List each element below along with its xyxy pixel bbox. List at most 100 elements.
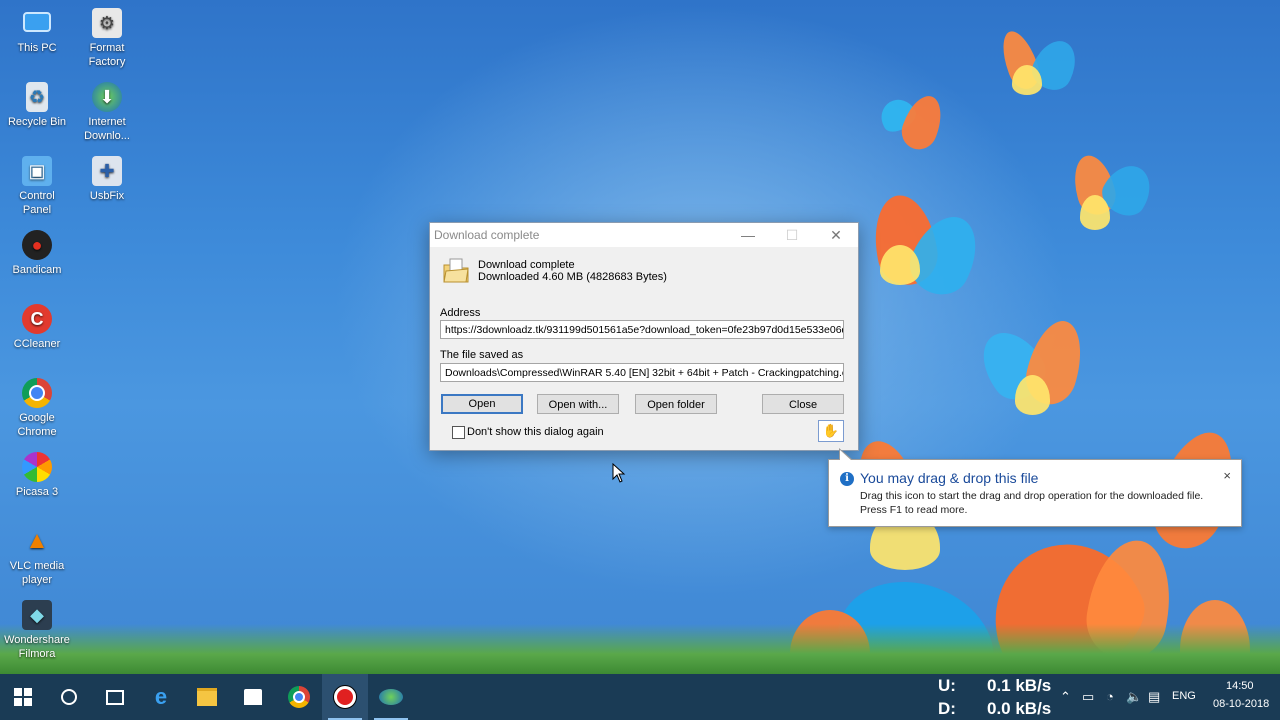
desktop-icon-this-pc[interactable]: This PC — [2, 8, 72, 55]
idm-icon: ⬇ — [92, 82, 122, 112]
usbfix-icon: ✚ — [92, 156, 122, 186]
taskbar-internet-download-manager[interactable] — [368, 674, 414, 720]
desktop-icon-internet-download-manager[interactable]: ⬇ Internet Downlo... — [72, 82, 142, 143]
edge-icon: e — [154, 684, 168, 709]
format-factory-icon: ⚙ — [92, 8, 122, 38]
desktop-icon-filmora[interactable]: ◆ Wondershare Filmora — [2, 600, 72, 661]
drag-drop-handle[interactable]: ✋ — [818, 420, 844, 442]
monitor-icon — [23, 12, 51, 32]
record-icon — [334, 686, 356, 708]
download-folder-icon — [443, 258, 469, 283]
desktop-icon-label: Downlo... — [84, 130, 130, 142]
start-button[interactable] — [0, 674, 46, 720]
vlc-cone-icon: ▲ — [25, 527, 49, 554]
desktop-icon-bandicam[interactable]: ● Bandicam — [2, 230, 72, 277]
grass-decoration — [0, 624, 1280, 674]
saved-as-field[interactable]: Downloads\Compressed\WinRAR 5.40 [EN] 32… — [440, 363, 844, 382]
tooltip-text: Drag this icon to start the drag and dro… — [860, 490, 1204, 502]
ccleaner-icon: C — [22, 304, 52, 334]
desktop-icon-google-chrome[interactable]: Google Chrome — [2, 378, 72, 439]
download-heading: Download complete — [478, 259, 575, 271]
open-with-button[interactable]: Open with... — [537, 394, 619, 414]
desktop-icon-control-panel[interactable]: ▣ Control Panel — [2, 156, 72, 217]
open-folder-button[interactable]: Open folder — [635, 394, 717, 414]
taskbar-file-explorer[interactable] — [184, 674, 230, 720]
upload-speed: 0.1 kB/s — [987, 676, 1052, 695]
mouse-cursor-icon — [612, 463, 626, 483]
tooltip-title: You may drag & drop this file — [860, 470, 1039, 486]
download-size: Downloaded 4.60 MB (4828683 Bytes) — [478, 271, 667, 283]
open-button[interactable]: Open — [441, 394, 523, 414]
task-view-button[interactable] — [92, 674, 138, 720]
desktop-icon-label: player — [22, 574, 52, 586]
windows-logo-icon — [14, 688, 32, 706]
desktop-icon-usbfix[interactable]: ✚ UsbFix — [72, 156, 142, 203]
chrome-icon — [22, 378, 52, 408]
desktop-icon-label: Bandicam — [12, 264, 62, 276]
chrome-icon — [288, 686, 310, 708]
taskbar: e U: 0.1 kB/s D: 0.0 kB/s ⌃ ▭ ◔ 🔈 ▤ ENG — [0, 674, 1280, 720]
picasa-icon — [22, 452, 52, 482]
desktop-icon-label: Factory — [88, 56, 126, 68]
dialog-titlebar[interactable]: Download complete — ☐ ✕ — [430, 223, 858, 247]
store-bag-icon — [244, 689, 262, 705]
idm-icon — [379, 689, 403, 705]
desktop-icon-label: Recycle Bin — [7, 116, 67, 128]
volume-icon[interactable]: 🔈 — [1126, 689, 1142, 705]
address-label: Address — [440, 307, 481, 319]
desktop-icon-label: VLC media — [9, 560, 65, 572]
download-speed: 0.0 kB/s — [987, 699, 1052, 718]
desktop-icon-format-factory[interactable]: ⚙ Format Factory — [72, 8, 142, 69]
taskbar-bandicam[interactable] — [322, 674, 368, 720]
dont-show-again-checkbox[interactable] — [452, 426, 465, 439]
taskbar-store[interactable] — [230, 674, 276, 720]
desktop-icon-label: UsbFix — [89, 190, 125, 202]
control-panel-icon: ▣ — [22, 156, 52, 186]
notification-icon[interactable]: ▤ — [1148, 689, 1160, 705]
bandicam-icon: ● — [22, 230, 52, 260]
battery-icon[interactable]: ▭ — [1082, 689, 1094, 705]
desktop-icon-label: Format — [89, 42, 125, 54]
recycle-bin-icon: ♻ — [26, 82, 48, 112]
filmora-icon: ◆ — [22, 600, 52, 630]
desktop-icon-label: Google — [19, 412, 55, 424]
minimize-button[interactable]: — — [726, 223, 770, 247]
desktop-icon-label: Wondershare — [4, 634, 70, 646]
desktop-icon-label: Picasa 3 — [15, 486, 59, 498]
taskbar-edge[interactable]: e — [138, 674, 184, 720]
desktop-icon-label: Control — [19, 190, 55, 202]
desktop-icon-ccleaner[interactable]: C CCleaner — [2, 304, 72, 351]
butterfly-decoration — [1012, 65, 1042, 95]
desktop-icon-recycle-bin[interactable]: ♻ Recycle Bin — [2, 82, 72, 129]
desktop-icon-label: Chrome — [17, 426, 57, 438]
cortana-circle-icon — [61, 689, 77, 705]
show-hidden-icons-chevron-icon[interactable]: ⌃ — [1060, 689, 1071, 705]
language-indicator[interactable]: ENG — [1172, 690, 1196, 702]
info-icon: i — [840, 472, 854, 486]
desktop-icon-label: Internet — [88, 116, 126, 128]
drag-hand-icon: ✋ — [822, 423, 840, 438]
upload-label: U: — [938, 676, 956, 695]
desktop-icon-label: Panel — [22, 204, 52, 216]
close-window-button[interactable]: ✕ — [814, 223, 858, 247]
address-field[interactable]: https://3downloadz.tk/931199d501561a5e?d… — [440, 320, 844, 339]
clock-time[interactable]: 14:50 — [1226, 680, 1254, 692]
maximize-button[interactable]: ☐ — [770, 223, 814, 247]
clock-date[interactable]: 08-10-2018 — [1213, 698, 1269, 710]
download-complete-dialog: Download complete — ☐ ✕ Download complet… — [429, 222, 859, 451]
drag-drop-tooltip: i You may drag & drop this file Drag thi… — [828, 448, 1242, 527]
tooltip-close-button[interactable]: × — [1223, 468, 1231, 483]
dont-show-again-label[interactable]: Don't show this dialog again — [467, 426, 604, 438]
desktop-icon-picasa[interactable]: Picasa 3 — [2, 452, 72, 499]
search-button[interactable] — [46, 674, 92, 720]
download-label: D: — [938, 699, 956, 718]
task-view-icon — [106, 689, 124, 705]
tooltip-help-text: Press F1 to read more. — [860, 504, 968, 516]
close-button[interactable]: Close — [762, 394, 844, 414]
wifi-icon[interactable]: ◔ — [1106, 689, 1114, 704]
folder-icon — [197, 688, 217, 706]
taskbar-chrome[interactable] — [276, 674, 322, 720]
desktop-icon-vlc[interactable]: ▲ VLC media player — [2, 526, 72, 587]
desktop-icon-label: Filmora — [18, 648, 56, 660]
dialog-title: Download complete — [434, 228, 540, 242]
